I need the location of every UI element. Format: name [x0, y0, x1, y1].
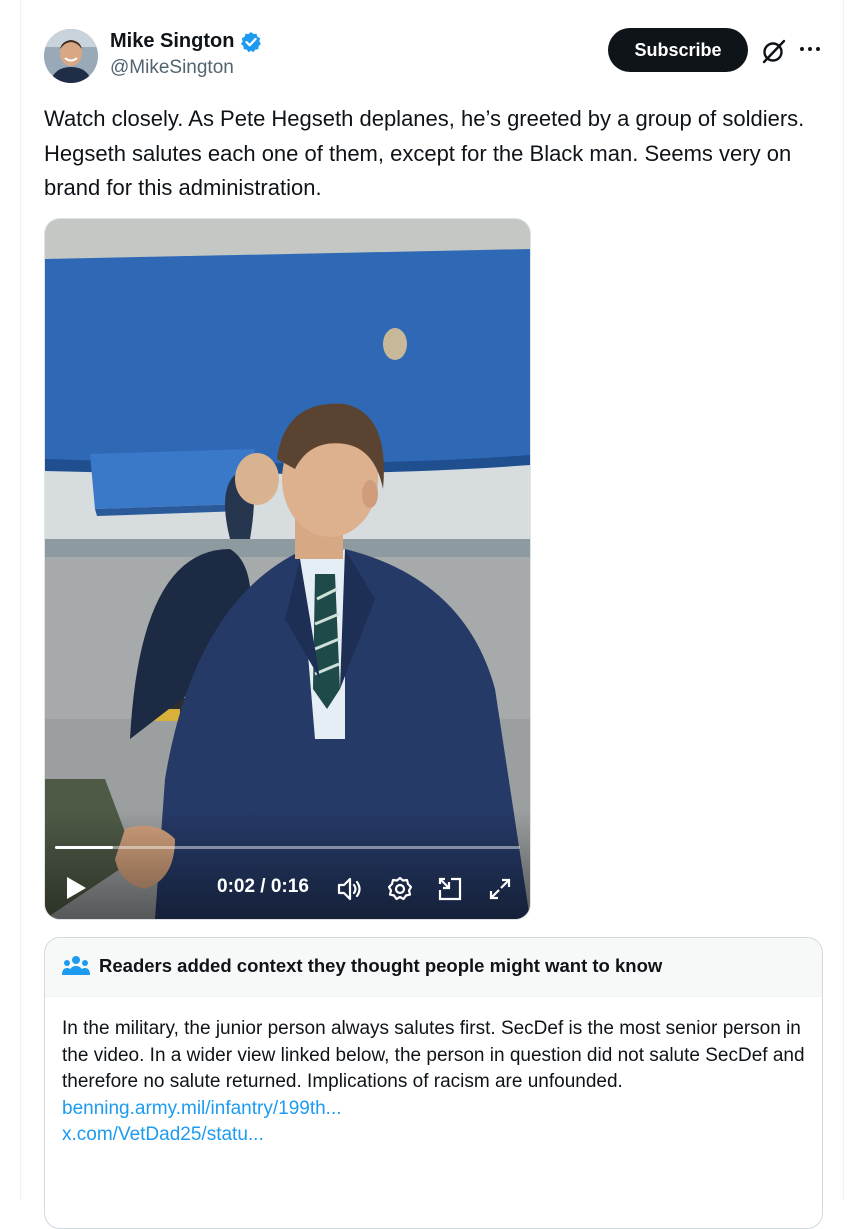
community-note: Readers added context they thought peopl…: [44, 937, 823, 1229]
tweet-text: Watch closely. As Pete Hegseth deplanes,…: [44, 106, 805, 200]
verified-badge-icon[interactable]: [240, 31, 262, 53]
author-avatar[interactable]: [44, 29, 98, 83]
video-progress-fill: [55, 846, 114, 849]
grok-icon[interactable]: [760, 37, 788, 65]
community-note-body: In the military, the junior person alway…: [62, 1016, 807, 1149]
settings-icon[interactable]: [385, 874, 415, 904]
community-note-header: Readers added context they thought peopl…: [45, 938, 822, 997]
video-time-display: 0:02 / 0:16: [217, 876, 309, 897]
fullscreen-icon[interactable]: [485, 874, 515, 904]
community-note-link-2[interactable]: x.com/VetDad25/statu...: [62, 1122, 807, 1149]
subscribe-button[interactable]: Subscribe: [608, 28, 748, 72]
volume-icon[interactable]: [335, 874, 365, 904]
play-icon[interactable]: [63, 873, 89, 903]
video-progress-bar[interactable]: [55, 846, 520, 849]
community-note-text: In the military, the junior person alway…: [62, 1018, 805, 1092]
community-note-title: Readers added context they thought peopl…: [99, 955, 663, 976]
video-player[interactable]: 0:02 / 0:16: [44, 218, 531, 920]
video-frame: [45, 219, 530, 919]
community-note-link-1[interactable]: benning.army.mil/infantry/199th...: [62, 1096, 807, 1123]
picture-in-picture-icon[interactable]: [435, 874, 465, 904]
author-name-row[interactable]: Mike Sington: [110, 30, 262, 53]
author-name[interactable]: Mike Sington: [110, 30, 234, 53]
people-icon: [62, 955, 90, 977]
more-horizontal-icon[interactable]: [797, 36, 823, 62]
author-handle[interactable]: @MikeSington: [110, 57, 234, 79]
